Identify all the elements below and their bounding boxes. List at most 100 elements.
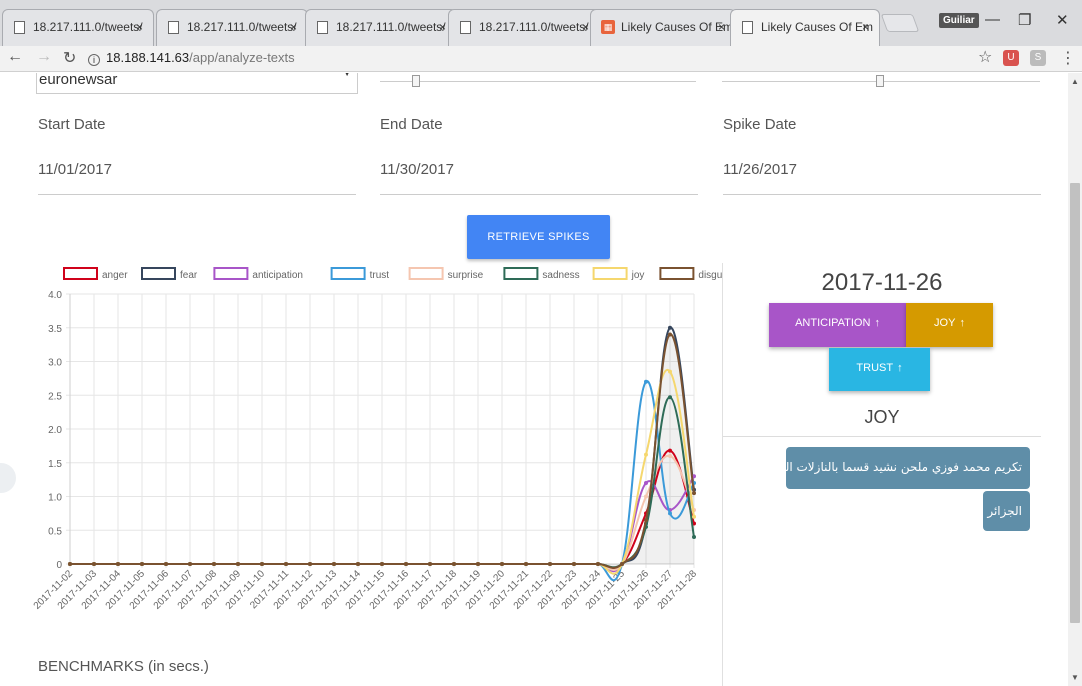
scroll-up-icon[interactable]: ▲ bbox=[1071, 77, 1079, 86]
data-point-disgust bbox=[212, 562, 216, 566]
retrieve-spikes-button[interactable]: RETRIEVE SPIKES bbox=[467, 215, 610, 259]
page-icon bbox=[168, 21, 179, 34]
spike-date-input[interactable]: 11/26/2017 bbox=[723, 161, 1041, 195]
data-point-disgust bbox=[260, 562, 264, 566]
restore-icon[interactable]: ❐ bbox=[1018, 11, 1031, 29]
data-point-disgust bbox=[68, 562, 72, 566]
emotion-line-chart: 00.51.01.52.02.53.03.54.02017-11-022017-… bbox=[32, 267, 722, 612]
page-viewport: euronewsar ▼ Start Date 11/01/2017 End D… bbox=[0, 73, 1068, 686]
browser-tab-2[interactable]: 18.217.111.0/tweets/ × bbox=[156, 9, 308, 46]
profile-badge[interactable]: Guiliar bbox=[939, 13, 979, 28]
page-icon bbox=[317, 21, 328, 34]
data-point-disgust bbox=[572, 562, 576, 566]
legend-label-disgust: disgust bbox=[698, 270, 722, 281]
data-point-joy bbox=[668, 369, 672, 374]
data-point-disgust bbox=[596, 562, 600, 566]
extension-shield-icon[interactable]: U bbox=[1003, 50, 1019, 66]
new-tab-button[interactable] bbox=[880, 14, 920, 32]
legend-swatch-fear bbox=[141, 267, 176, 280]
tweet-chip[interactable]: تكريم محمد فوزي ملحن نشيد قسما بالنازلات… bbox=[747, 447, 1030, 489]
account-select[interactable]: euronewsar ▼ bbox=[36, 73, 358, 94]
dropdown-arrow-icon: ▼ bbox=[343, 73, 351, 78]
data-point-disgust bbox=[644, 518, 648, 523]
tab-title: 18.217.111.0/tweets/ bbox=[187, 20, 297, 34]
slider-track-1[interactable] bbox=[380, 81, 696, 82]
start-date-label: Start Date bbox=[38, 116, 106, 133]
forward-icon[interactable]: → bbox=[36, 48, 52, 66]
joy-button-label: JOY bbox=[934, 317, 956, 329]
data-point-disgust bbox=[548, 562, 552, 566]
data-point-disgust bbox=[668, 332, 672, 337]
browser-tab-strip: 18.217.111.0/tweets/ × 18.217.111.0/twee… bbox=[0, 0, 1082, 46]
tab-title: 18.217.111.0/tweets/ bbox=[33, 20, 143, 34]
data-point-joy bbox=[692, 514, 696, 519]
tab-title: Likely Causes Of Em bbox=[761, 20, 874, 34]
bookmark-star-icon[interactable]: ☆ bbox=[978, 47, 992, 67]
close-icon[interactable]: × bbox=[439, 20, 446, 34]
slider-handle-1[interactable] bbox=[412, 75, 420, 87]
close-icon[interactable]: × bbox=[718, 20, 725, 34]
info-icon[interactable]: i bbox=[88, 54, 100, 66]
data-point-joy bbox=[644, 452, 648, 457]
legend-label-surprise: surprise bbox=[448, 270, 484, 281]
data-point-disgust bbox=[308, 562, 312, 566]
scroll-thumb[interactable] bbox=[1070, 183, 1080, 623]
close-icon[interactable]: × bbox=[136, 20, 143, 34]
menu-kebab-icon[interactable]: ⋮ bbox=[1060, 48, 1076, 68]
arrow-up-icon: ↑ bbox=[874, 317, 880, 329]
page-scrollbar[interactable]: ▲ ▼ bbox=[1068, 73, 1082, 686]
data-point-disgust bbox=[332, 562, 336, 566]
end-date-input[interactable]: 11/30/2017 bbox=[380, 161, 698, 195]
arrow-up-icon: ↑ bbox=[897, 362, 903, 374]
y-tick-label: 3.0 bbox=[48, 358, 62, 369]
tab-title: 18.217.111.0/tweets/ bbox=[336, 20, 446, 34]
start-date-input[interactable]: 11/01/2017 bbox=[38, 161, 356, 195]
data-point-disgust bbox=[692, 491, 696, 496]
legend-swatch-trust bbox=[330, 267, 366, 280]
y-tick-label: 4.0 bbox=[48, 290, 62, 301]
joy-button[interactable]: JOY ↑ bbox=[906, 303, 993, 347]
y-tick-label: 0 bbox=[56, 560, 62, 571]
spike-date-heading: 2017-11-26 bbox=[821, 269, 943, 296]
browser-tab-5[interactable]: ▦ Likely Causes Of Em × bbox=[590, 9, 736, 46]
tab-title: Likely Causes Of Em bbox=[621, 20, 734, 34]
data-point-disgust bbox=[284, 562, 288, 566]
back-icon[interactable]: ← bbox=[7, 48, 23, 66]
url-path: /app/analyze-texts bbox=[189, 50, 295, 65]
browser-toolbar: ← → ↻ i 18.188.141.63/app/analyze-texts ☆… bbox=[0, 46, 1082, 72]
scroll-down-icon[interactable]: ▼ bbox=[1071, 673, 1079, 682]
legend-swatch-sadness bbox=[503, 267, 539, 280]
extension-s-icon[interactable]: S bbox=[1030, 50, 1046, 66]
y-tick-label: 0.5 bbox=[48, 526, 62, 537]
data-point-disgust bbox=[452, 562, 456, 566]
legend-swatch-surprise bbox=[408, 267, 444, 280]
minimize-icon[interactable]: — bbox=[985, 11, 1000, 28]
spike-date-label: Spike Date bbox=[723, 116, 797, 133]
close-icon[interactable]: × bbox=[862, 20, 869, 34]
anticipation-button[interactable]: ANTICIPATION ↑ bbox=[769, 303, 906, 347]
tweet-chip[interactable]: الجزائر bbox=[983, 491, 1030, 531]
data-point-disgust bbox=[404, 562, 408, 566]
browser-tab-4[interactable]: 18.217.111.0/tweets/ × bbox=[448, 9, 600, 46]
close-icon[interactable]: × bbox=[582, 20, 589, 34]
data-point-disgust bbox=[236, 562, 240, 566]
app-favicon-icon: ▦ bbox=[601, 20, 615, 34]
reload-icon[interactable]: ↻ bbox=[63, 48, 76, 68]
close-icon[interactable]: × bbox=[290, 20, 297, 34]
data-point-anger bbox=[668, 448, 672, 453]
data-point-anticipation bbox=[644, 481, 648, 485]
data-point-disgust bbox=[356, 562, 360, 566]
legend-swatch-disgust bbox=[659, 267, 695, 280]
browser-tab-6-active[interactable]: Likely Causes Of Em × bbox=[730, 9, 880, 46]
page-icon bbox=[460, 21, 471, 34]
browser-tab-1[interactable]: 18.217.111.0/tweets/ × bbox=[2, 9, 154, 46]
data-point-surprise bbox=[668, 454, 672, 458]
address-bar[interactable]: i 18.188.141.63/app/analyze-texts bbox=[84, 47, 1004, 69]
browser-tab-3[interactable]: 18.217.111.0/tweets/ × bbox=[305, 9, 457, 46]
trust-button[interactable]: TRUST ↑ bbox=[829, 348, 930, 391]
slider-handle-2[interactable] bbox=[876, 75, 884, 87]
window-close-icon[interactable]: ✕ bbox=[1056, 11, 1069, 29]
trust-button-label: TRUST bbox=[856, 362, 894, 374]
data-point-fear bbox=[668, 325, 672, 330]
panel-separator bbox=[723, 436, 1041, 437]
